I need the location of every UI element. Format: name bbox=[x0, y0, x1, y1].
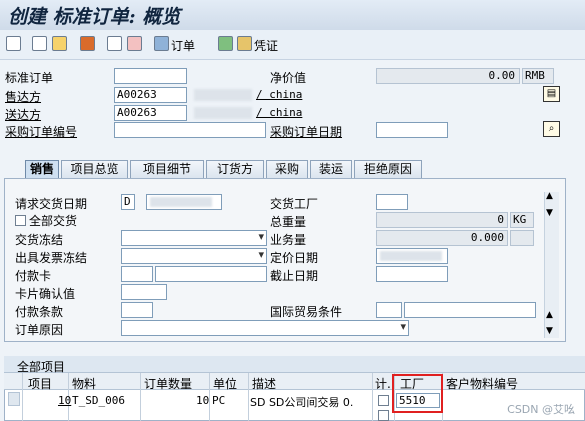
date-format-field[interactable]: D bbox=[121, 194, 135, 210]
incoterms-location-input[interactable] bbox=[404, 302, 536, 318]
po-date-input[interactable] bbox=[376, 122, 448, 138]
row-unit[interactable]: PC bbox=[212, 394, 225, 407]
order-reason-label: 订单原因 bbox=[15, 323, 64, 337]
sold-to-label[interactable]: 售达方 bbox=[5, 88, 41, 105]
tab-rejection-reason[interactable]: 拒绝原因 bbox=[354, 160, 422, 178]
tab-item-detail[interactable]: 项目细节 bbox=[130, 160, 204, 178]
tab-item-overview[interactable]: 项目总览 bbox=[61, 160, 128, 178]
sold-to-country: / china bbox=[256, 88, 303, 101]
watermark: CSDN @艾吆 bbox=[507, 403, 575, 416]
display-detail-icon[interactable]: ⌕ bbox=[543, 121, 560, 137]
po-date-label[interactable]: 采购订单日期 bbox=[270, 123, 342, 140]
tab-purchasing[interactable]: 采购 bbox=[266, 160, 308, 178]
display-doc-icon[interactable] bbox=[6, 36, 21, 51]
total-weight-label: 总重量 bbox=[270, 215, 307, 229]
vouchers-button[interactable]: 凭证 bbox=[254, 37, 278, 54]
row-selector[interactable] bbox=[8, 392, 20, 406]
voucher-icon[interactable] bbox=[237, 36, 252, 51]
weight-unit-field: KG bbox=[510, 212, 534, 228]
sold-to-input[interactable]: A00263 bbox=[114, 87, 187, 103]
payment-terms-input[interactable] bbox=[121, 302, 153, 318]
column-material[interactable]: 物料 bbox=[72, 375, 96, 392]
row-item-number[interactable]: 10 bbox=[58, 394, 71, 407]
currency-field: RMB bbox=[522, 68, 554, 84]
incoterms-label: 国际贸易条件 bbox=[270, 305, 343, 319]
column-quantity[interactable]: 订单数量 bbox=[144, 375, 192, 392]
pricing-date-redacted bbox=[380, 251, 442, 261]
expiry-date-input[interactable] bbox=[376, 266, 448, 282]
row-material[interactable]: T_SD_006 bbox=[72, 394, 125, 407]
delete-icon[interactable] bbox=[127, 36, 142, 51]
billing-block-label: 出具发票冻结 bbox=[15, 251, 88, 265]
delivery-block-label: 交货冻结 bbox=[15, 233, 64, 247]
column-customer-material[interactable]: 客户物料编号 bbox=[446, 375, 518, 392]
payment-card-number-input[interactable] bbox=[155, 266, 267, 282]
scroll-step-up-icon[interactable]: ▼ bbox=[546, 208, 553, 218]
volume-unit-field bbox=[510, 230, 534, 246]
column-unit[interactable]: 单位 bbox=[213, 375, 237, 392]
total-weight-field: 0 bbox=[376, 212, 508, 228]
plant-highlight-box bbox=[392, 374, 443, 413]
tab-shipping[interactable]: 装运 bbox=[310, 160, 352, 178]
partner-icon[interactable] bbox=[52, 36, 67, 51]
payment-card-label: 付款卡 bbox=[15, 269, 52, 283]
delivering-plant-label: 交货工厂 bbox=[270, 197, 319, 211]
ship-to-label[interactable]: 送达方 bbox=[5, 106, 41, 123]
ship-to-input[interactable]: A00263 bbox=[114, 105, 187, 121]
scroll-up-icon[interactable]: ▲ bbox=[546, 191, 553, 201]
row-quantity[interactable]: 10 bbox=[196, 394, 209, 407]
window-title: 创建 标准订单: 概览 bbox=[8, 6, 181, 28]
tab-sales[interactable]: 销售 bbox=[25, 160, 59, 178]
net-value-field: 0.00 bbox=[376, 68, 520, 84]
change-doc-icon[interactable] bbox=[32, 36, 47, 51]
sold-to-name-redacted bbox=[194, 89, 252, 101]
volume-label: 业务量 bbox=[270, 233, 307, 247]
item-icon[interactable] bbox=[107, 36, 122, 51]
ship-to-country: / china bbox=[256, 106, 303, 119]
volume-field: 0.000 bbox=[376, 230, 508, 246]
expiry-date-label: 截止日期 bbox=[270, 269, 319, 283]
card-verify-input[interactable] bbox=[121, 284, 167, 300]
items-table-title-bar bbox=[4, 356, 585, 373]
tab-ordering-party[interactable]: 订货方 bbox=[206, 160, 264, 178]
complete-delivery-label: 全部交货 bbox=[29, 214, 78, 228]
po-number-label[interactable]: 采购订单编号 bbox=[5, 123, 77, 140]
payment-terms-label: 付款条款 bbox=[15, 305, 64, 319]
order-type-input[interactable] bbox=[114, 68, 187, 84]
incoterms-code-input[interactable] bbox=[376, 302, 402, 318]
sum-icon[interactable] bbox=[218, 36, 233, 51]
delivery-block-dropdown[interactable] bbox=[121, 230, 267, 246]
scroll-step-down-icon[interactable]: ▲ bbox=[546, 310, 553, 320]
home-icon[interactable] bbox=[80, 36, 95, 51]
card-verify-label: 卡片确认值 bbox=[15, 287, 76, 301]
row-calc-checkbox[interactable] bbox=[378, 395, 389, 406]
ship-to-name-redacted bbox=[194, 107, 252, 119]
row2-calc-checkbox[interactable] bbox=[378, 410, 389, 421]
document-icon[interactable]: ▤ bbox=[543, 86, 560, 102]
delivering-plant-input[interactable] bbox=[376, 194, 408, 210]
column-item[interactable]: 项目 bbox=[28, 375, 52, 392]
orders-button[interactable]: 订单 bbox=[171, 37, 195, 54]
column-calc[interactable]: 计. bbox=[375, 375, 391, 392]
pricing-date-label: 定价日期 bbox=[270, 251, 319, 265]
order-type-label: 标准订单 bbox=[5, 71, 54, 85]
complete-delivery-checkbox[interactable] bbox=[15, 215, 26, 226]
row-description[interactable]: SD SD公司间交易 0. bbox=[250, 394, 353, 410]
scroll-down-icon[interactable]: ▼ bbox=[546, 326, 553, 336]
po-number-input[interactable] bbox=[114, 122, 266, 138]
column-description[interactable]: 描述 bbox=[252, 375, 276, 392]
req-delivery-date-redacted bbox=[150, 197, 212, 207]
payment-card-type-input[interactable] bbox=[121, 266, 153, 282]
net-value-label: 净价值 bbox=[270, 71, 307, 85]
orders-icon[interactable] bbox=[154, 36, 169, 51]
req-delivery-date-label: 请求交货日期 bbox=[15, 197, 88, 211]
order-reason-dropdown[interactable] bbox=[121, 320, 409, 336]
billing-block-dropdown[interactable] bbox=[121, 248, 267, 264]
